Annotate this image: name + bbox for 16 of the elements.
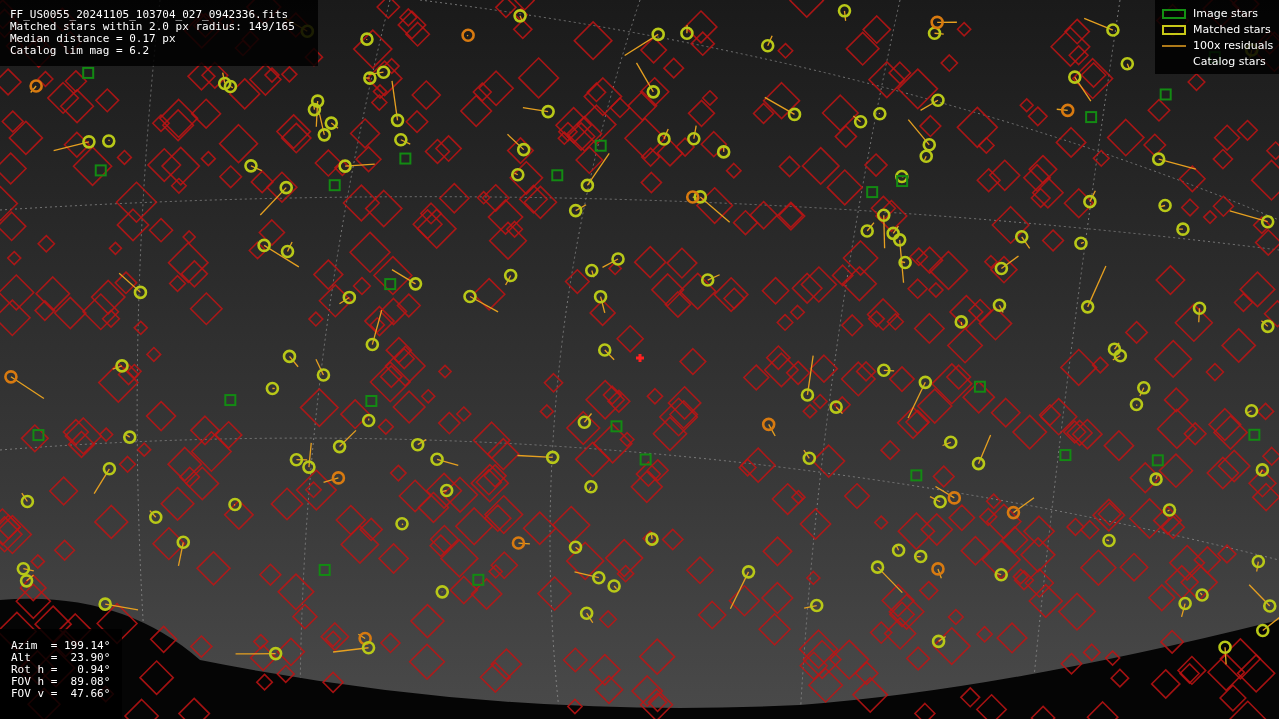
info-text: Matched stars within 2.0 px radius: 149/165: [10, 21, 296, 33]
image-star-swatch-icon: [1162, 9, 1186, 19]
pointing-text: FOV h = 89.08°: [11, 676, 112, 688]
legend-label: Matched stars: [1193, 24, 1271, 36]
line-icon: [1162, 45, 1186, 47]
info-text: FF_US0055_20241105_103704_027_0942336.fits: [10, 9, 290, 21]
pointing-text: Rot h = 0.94°: [11, 664, 112, 676]
matched-star-swatch-icon: [1162, 25, 1186, 35]
pointing-text: FOV v = 47.66°: [11, 688, 112, 700]
pointing-text: Alt = 23.90°: [11, 652, 112, 664]
legend-label: 100x residuals: [1193, 40, 1274, 52]
legend-label: Catalog stars: [1193, 56, 1266, 68]
info-text: Median distance = 0.17 px: [10, 33, 177, 45]
legend-label: Image stars: [1193, 8, 1258, 20]
info-text: Catalog lim mag = 6.2: [10, 45, 151, 57]
pointing-text: Azim = 199.14°: [11, 640, 112, 652]
